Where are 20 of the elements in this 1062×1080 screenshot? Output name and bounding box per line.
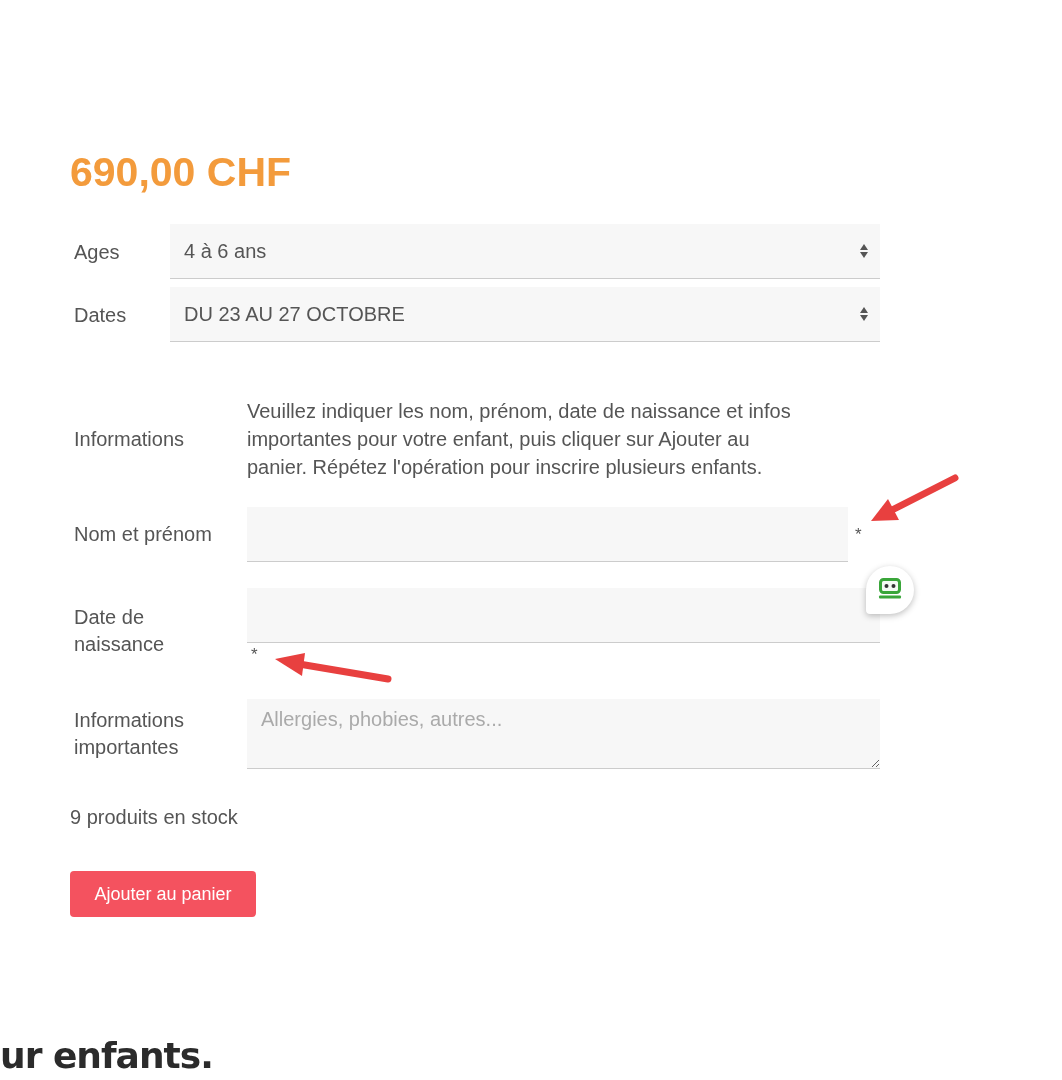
required-asterisk: *: [855, 523, 862, 546]
sort-arrows-icon: [860, 244, 868, 258]
option-label: Dates: [74, 303, 127, 326]
textarea-field[interactable]: Allergies, phobies, autres...: [247, 699, 880, 769]
select-field[interactable]: 4 à 6 ans: [170, 224, 880, 279]
sort-arrows-icon: [860, 307, 868, 321]
input-field[interactable]: [247, 588, 880, 643]
instructions-text: Veuillez indiquer les nom, prénom, date de naissance et infos importantes pour votre enfant, puis cliquer sur Ajouter au panier. Répétez l'opération pour inscrire plusieurs enfants.: [247, 399, 792, 480]
required-asterisk: *: [251, 644, 258, 666]
field-label: Date de naissance: [74, 604, 166, 657]
option-label: Ages: [74, 240, 120, 263]
robot-face-icon[interactable]: [866, 566, 914, 614]
field-label: Informations: [74, 426, 185, 452]
field-label: Informations importantes: [74, 708, 186, 760]
field-label: Nom et prénom: [74, 522, 212, 547]
input-field[interactable]: [247, 507, 848, 562]
section-heading: ur enfants.: [0, 1036, 213, 1076]
select-field[interactable]: DU 23 AU 27 OCTOBRE: [170, 287, 880, 342]
product-price: 690,00 CHF: [70, 148, 292, 196]
stock-text: 9 produits en stock: [70, 805, 238, 830]
